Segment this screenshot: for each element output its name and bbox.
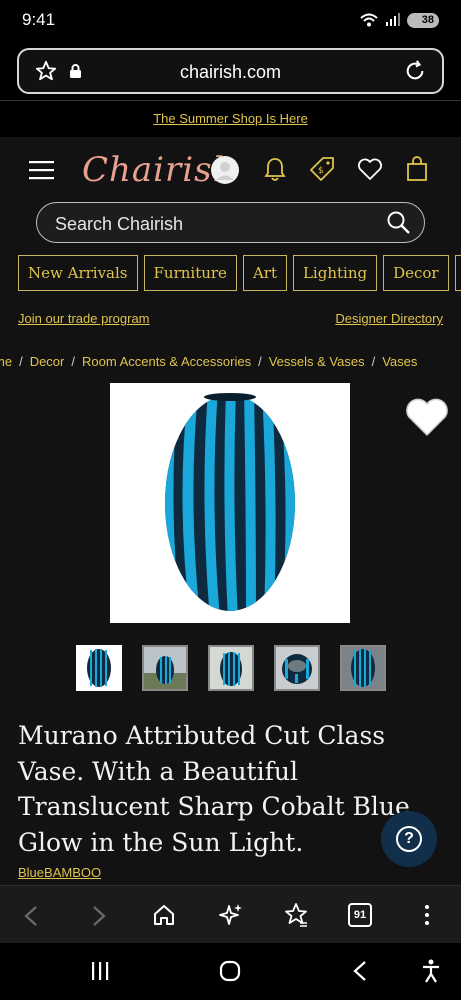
forward-arrow-icon[interactable] xyxy=(90,905,108,927)
account-avatar-icon[interactable] xyxy=(210,155,240,185)
category-nav: New Arrivals Furniture Art Lighting Deco… xyxy=(18,255,461,291)
refresh-icon[interactable] xyxy=(404,60,426,82)
thumbnail[interactable] xyxy=(76,645,122,691)
bell-icon[interactable] xyxy=(264,157,286,182)
category-art[interactable]: Art xyxy=(242,255,287,291)
seller-link[interactable]: BlueBAMBOO xyxy=(18,865,101,880)
browser-toolbar: 91 xyxy=(0,885,461,943)
home-icon[interactable] xyxy=(152,903,176,927)
category-lighting[interactable]: Lighting xyxy=(292,255,378,291)
battery-level: 38 xyxy=(421,14,434,26)
system-nav-bar xyxy=(0,943,461,1000)
thumbnail[interactable] xyxy=(340,645,386,691)
category-more[interactable] xyxy=(454,255,461,291)
trade-program-link[interactable]: Join our trade program xyxy=(18,311,150,326)
wifi-icon xyxy=(360,13,378,27)
vase-image xyxy=(165,393,295,611)
promo-banner: The Summer Shop Is Here xyxy=(0,101,461,137)
back-arrow-icon[interactable] xyxy=(22,905,40,927)
address-bar[interactable]: chairish.com xyxy=(17,48,444,94)
favorite-heart-icon[interactable] xyxy=(404,396,450,438)
designer-directory-link[interactable]: Designer Directory xyxy=(335,311,443,326)
more-menu-icon[interactable] xyxy=(422,903,432,927)
svg-text:$: $ xyxy=(318,166,324,176)
signal-icon xyxy=(386,13,400,26)
tabs-count: 91 xyxy=(353,909,367,921)
accessibility-icon[interactable] xyxy=(421,959,441,983)
promo-link[interactable]: The Summer Shop Is Here xyxy=(153,111,308,126)
breadcrumb-decor[interactable]: Decor xyxy=(30,354,65,369)
battery-icon: 38 xyxy=(407,12,439,28)
bookmarks-star-icon[interactable] xyxy=(283,902,309,928)
url-text[interactable]: chairish.com xyxy=(19,62,442,83)
hamburger-menu-icon[interactable] xyxy=(29,160,54,180)
home-nav-icon[interactable] xyxy=(219,960,241,982)
category-decor[interactable]: Decor xyxy=(383,255,449,291)
thumbnail[interactable] xyxy=(142,645,188,691)
breadcrumb-vessels-vases[interactable]: Vessels & Vases xyxy=(269,354,365,369)
product-main-image[interactable] xyxy=(110,383,350,623)
shopping-bag-icon[interactable] xyxy=(406,156,428,182)
search-bar[interactable]: Search Chairish xyxy=(36,202,425,243)
breadcrumb-home[interactable]: me xyxy=(0,354,12,369)
thumbnail-strip xyxy=(76,645,386,691)
breadcrumb-room-accents[interactable]: Room Accents & Accessories xyxy=(82,354,251,369)
product-title: Murano Attributed Cut Class Vase. With a… xyxy=(18,721,410,857)
heart-favorites-icon[interactable] xyxy=(357,158,383,181)
category-new-arrivals[interactable]: New Arrivals xyxy=(18,255,138,291)
status-icons: 38 xyxy=(359,12,439,28)
breadcrumb-vases[interactable]: Vases xyxy=(382,354,417,369)
status-time: 9:41 xyxy=(22,10,56,29)
sparkle-ai-icon[interactable] xyxy=(218,902,244,928)
search-input[interactable]: Search Chairish xyxy=(55,214,183,235)
question-icon: ? xyxy=(396,826,422,852)
search-icon[interactable] xyxy=(386,210,412,236)
thumbnail[interactable] xyxy=(208,645,254,691)
tabs-count-icon[interactable]: 91 xyxy=(348,903,372,927)
back-nav-icon[interactable] xyxy=(352,960,368,982)
help-button[interactable]: ? xyxy=(381,811,437,867)
thumbnail[interactable] xyxy=(274,645,320,691)
breadcrumb: me/Decor/Room Accents & Accessories/Vess… xyxy=(0,354,417,369)
price-tag-icon[interactable]: $ xyxy=(309,156,335,182)
recent-apps-icon[interactable] xyxy=(90,961,110,981)
category-furniture[interactable]: Furniture xyxy=(143,255,237,291)
